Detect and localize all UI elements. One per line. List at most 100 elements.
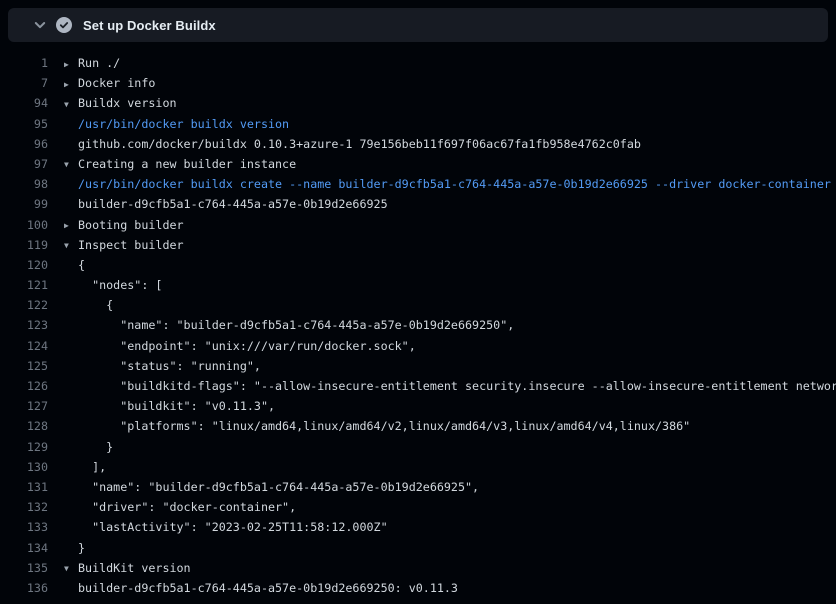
line-content: ],	[64, 457, 836, 477]
line-text: "buildkitd-flags": "--allow-insecure-ent…	[78, 379, 836, 393]
log-rows: 1 ▶Run ./ 7 ▶Docker info 94 ▼Buildx vers…	[0, 53, 836, 598]
line-number[interactable]: 125	[0, 356, 48, 376]
line-content[interactable]: ▼Inspect builder	[64, 235, 836, 255]
log-row: 121 "nodes": [	[0, 275, 836, 295]
group-toggle-icon[interactable]: ▼	[64, 95, 78, 114]
line-number[interactable]: 96	[0, 134, 48, 154]
line-text: Creating a new builder instance	[78, 157, 296, 171]
line-text: "nodes": [	[78, 278, 162, 292]
group-toggle-icon[interactable]: ▶	[64, 55, 78, 74]
line-text: {	[78, 298, 113, 312]
log-row: 133 "lastActivity": "2023-02-25T11:58:12…	[0, 517, 836, 537]
line-number[interactable]: 130	[0, 457, 48, 477]
line-number[interactable]: 119	[0, 235, 48, 255]
line-number[interactable]: 98	[0, 174, 48, 194]
line-text: }	[78, 440, 113, 454]
line-text: Docker info	[78, 76, 155, 90]
line-text: ],	[78, 460, 106, 474]
line-content[interactable]: ▶Docker info	[64, 73, 836, 93]
line-text: Inspect builder	[78, 238, 184, 252]
log-row: 123 "name": "builder-d9cfb5a1-c764-445a-…	[0, 315, 836, 335]
line-content: "driver": "docker-container",	[64, 497, 836, 517]
line-text: github.com/docker/buildx 0.10.3+azure-1 …	[78, 137, 641, 151]
log-row: 100 ▶Booting builder	[0, 215, 836, 235]
step-title: Set up Docker Buildx	[83, 18, 216, 33]
line-content: }	[64, 437, 836, 457]
line-content: "buildkit": "v0.11.3",	[64, 396, 836, 416]
log-row: 131 "name": "builder-d9cfb5a1-c764-445a-…	[0, 477, 836, 497]
line-number[interactable]: 121	[0, 275, 48, 295]
log-row: 136 builder-d9cfb5a1-c764-445a-a57e-0b19…	[0, 578, 836, 598]
line-content: "endpoint": "unix:///var/run/docker.sock…	[64, 336, 836, 356]
line-number[interactable]: 134	[0, 538, 48, 558]
line-number[interactable]: 1	[0, 53, 48, 73]
log-row: 99 builder-d9cfb5a1-c764-445a-a57e-0b19d…	[0, 194, 836, 214]
group-toggle-icon[interactable]: ▼	[64, 559, 78, 578]
line-number[interactable]: 7	[0, 73, 48, 93]
line-number[interactable]: 95	[0, 114, 48, 134]
log-row: 95 /usr/bin/docker buildx version	[0, 114, 836, 134]
line-text: "name": "builder-d9cfb5a1-c764-445a-a57e…	[78, 480, 479, 494]
line-content[interactable]: ▼Creating a new builder instance	[64, 154, 836, 174]
log-row: 135 ▼BuildKit version	[0, 558, 836, 578]
log-row: 7 ▶Docker info	[0, 73, 836, 93]
group-toggle-icon[interactable]: ▼	[64, 155, 78, 174]
line-number[interactable]: 126	[0, 376, 48, 396]
line-text: builder-d9cfb5a1-c764-445a-a57e-0b19d2e6…	[78, 581, 458, 595]
line-content: builder-d9cfb5a1-c764-445a-a57e-0b19d2e6…	[64, 194, 836, 214]
line-number[interactable]: 99	[0, 194, 48, 214]
line-number[interactable]: 128	[0, 416, 48, 436]
line-text: /usr/bin/docker buildx create --name bui…	[78, 177, 831, 191]
line-number[interactable]: 120	[0, 255, 48, 275]
line-number[interactable]: 131	[0, 477, 48, 497]
log-row: 1 ▶Run ./	[0, 53, 836, 73]
log-row: 127 "buildkit": "v0.11.3",	[0, 396, 836, 416]
step-header[interactable]: Set up Docker Buildx	[8, 8, 828, 42]
line-content[interactable]: ▶Booting builder	[64, 215, 836, 235]
line-text: BuildKit version	[78, 561, 191, 575]
line-number[interactable]: 122	[0, 295, 48, 315]
line-text: "buildkit": "v0.11.3",	[78, 399, 275, 413]
log-row: 129 }	[0, 437, 836, 457]
log-row: 124 "endpoint": "unix:///var/run/docker.…	[0, 336, 836, 356]
line-content[interactable]: ▶Run ./	[64, 53, 836, 73]
log-row: 122 {	[0, 295, 836, 315]
group-toggle-icon[interactable]: ▶	[64, 216, 78, 235]
line-number[interactable]: 97	[0, 154, 48, 174]
line-content: /usr/bin/docker buildx version	[64, 114, 836, 134]
line-number[interactable]: 123	[0, 315, 48, 335]
line-number[interactable]: 135	[0, 558, 48, 578]
line-text: "platforms": "linux/amd64,linux/amd64/v2…	[78, 419, 690, 433]
line-text: Booting builder	[78, 218, 184, 232]
line-content: builder-d9cfb5a1-c764-445a-a57e-0b19d2e6…	[64, 578, 836, 598]
line-content: "status": "running",	[64, 356, 836, 376]
line-text: Run ./	[78, 56, 120, 70]
chevron-down-icon[interactable]	[32, 17, 48, 33]
log-row: 132 "driver": "docker-container",	[0, 497, 836, 517]
log-row: 94 ▼Buildx version	[0, 93, 836, 113]
line-number[interactable]: 124	[0, 336, 48, 356]
line-content: /usr/bin/docker buildx create --name bui…	[64, 174, 836, 194]
line-text: {	[78, 258, 85, 272]
group-toggle-icon[interactable]: ▶	[64, 75, 78, 94]
line-content[interactable]: ▼BuildKit version	[64, 558, 836, 578]
line-number[interactable]: 100	[0, 215, 48, 235]
line-content: "buildkitd-flags": "--allow-insecure-ent…	[64, 376, 836, 396]
line-content: "lastActivity": "2023-02-25T11:58:12.000…	[64, 517, 836, 537]
line-content[interactable]: ▼Buildx version	[64, 93, 836, 113]
line-content: "name": "builder-d9cfb5a1-c764-445a-a57e…	[64, 315, 836, 335]
log-row: 125 "status": "running",	[0, 356, 836, 376]
log-row: 120 {	[0, 255, 836, 275]
line-text: "driver": "docker-container",	[78, 500, 296, 514]
group-toggle-icon[interactable]: ▼	[64, 236, 78, 255]
line-number[interactable]: 94	[0, 93, 48, 113]
line-number[interactable]: 132	[0, 497, 48, 517]
line-content: "name": "builder-d9cfb5a1-c764-445a-a57e…	[64, 477, 836, 497]
line-text: /usr/bin/docker buildx version	[78, 117, 289, 131]
line-number[interactable]: 133	[0, 517, 48, 537]
line-text: Buildx version	[78, 96, 177, 110]
line-number[interactable]: 129	[0, 437, 48, 457]
line-number[interactable]: 127	[0, 396, 48, 416]
log-row: 98 /usr/bin/docker buildx create --name …	[0, 174, 836, 194]
line-number[interactable]: 136	[0, 578, 48, 598]
